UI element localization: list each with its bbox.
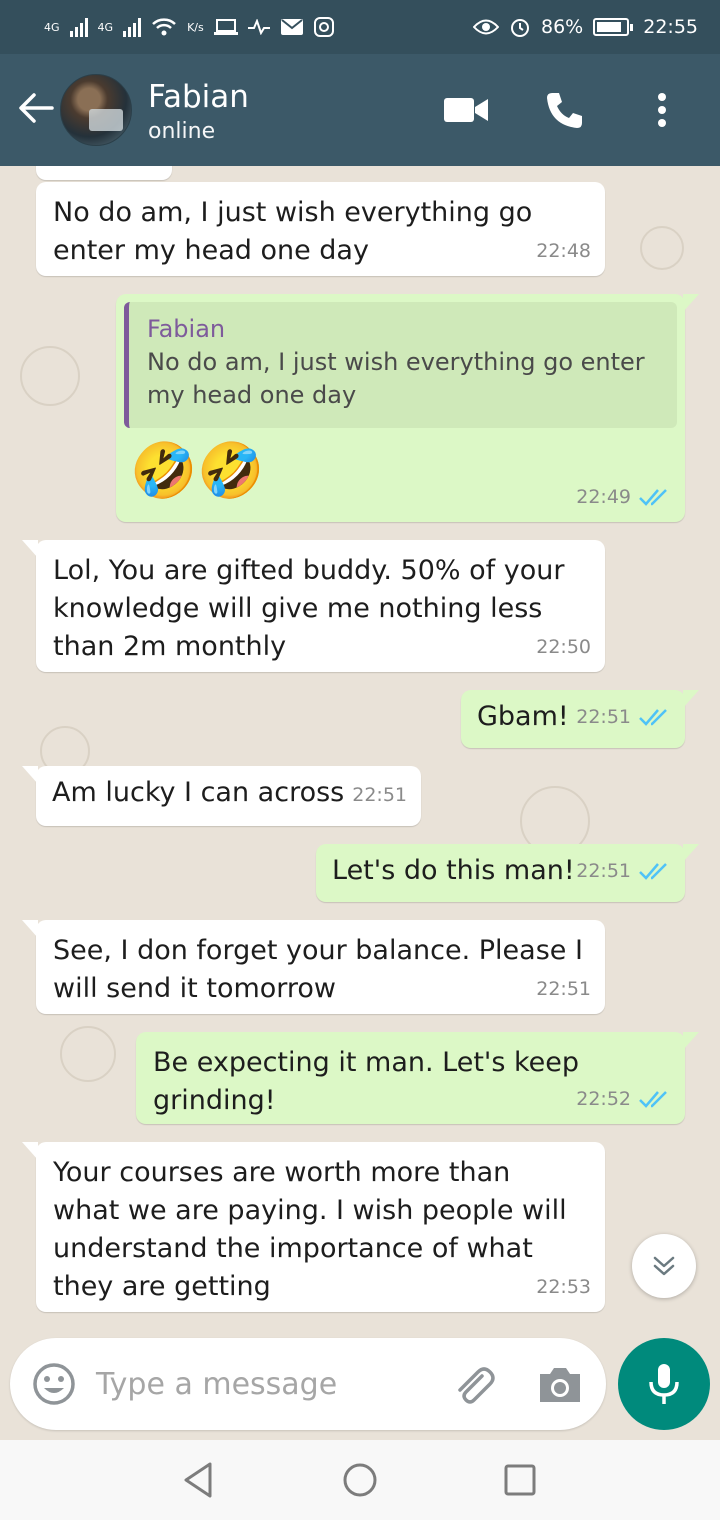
message-time: 22:52	[576, 1088, 631, 1110]
battery-icon	[593, 18, 634, 36]
message-time: 22:49	[576, 486, 631, 508]
nav-back-icon[interactable]	[180, 1460, 220, 1500]
network-type-2: 4G	[97, 20, 114, 34]
message-meta: 22:53	[536, 1268, 591, 1306]
quoted-sender: Fabian	[147, 315, 226, 343]
message-outgoing[interactable]: Be expecting it man. Let's keep grinding…	[136, 1032, 699, 1124]
wifi-icon	[152, 18, 176, 36]
message-incoming[interactable]: No do am, I just wish everything go ente…	[36, 182, 605, 276]
message-time: 22:48	[536, 240, 591, 262]
wallpaper-doodle	[640, 226, 684, 270]
wallpaper-doodle	[60, 1026, 116, 1082]
video-call-icon	[444, 98, 488, 122]
message-outgoing[interactable]: Gbam! 22:51	[461, 690, 699, 748]
message-meta: 22:51	[536, 970, 591, 1008]
microphone-icon	[649, 1364, 679, 1404]
contact-info[interactable]: Fabian online	[148, 77, 444, 144]
video-call-button[interactable]	[444, 88, 488, 132]
status-bar: 4G 4G K/s 86% 22:55	[0, 0, 720, 54]
nav-home-icon[interactable]	[340, 1460, 380, 1500]
message-time: 22:50	[536, 636, 591, 658]
instagram-icon	[313, 17, 334, 37]
message-outgoing[interactable]: Fabian No do am, I just wish everything …	[116, 294, 699, 522]
voice-call-button[interactable]	[542, 88, 586, 132]
read-receipt-icon	[639, 1091, 667, 1108]
message-time: 22:51	[536, 978, 591, 1000]
avatar[interactable]	[60, 74, 132, 146]
message-time: 22:51	[352, 784, 407, 806]
mail-icon	[280, 19, 303, 35]
battery-percent: 86%	[541, 16, 584, 38]
chevron-double-down-icon	[653, 1256, 675, 1276]
scroll-to-bottom-button[interactable]	[632, 1234, 696, 1298]
signal-icon-2	[123, 17, 142, 37]
message-meta: 22:51	[576, 698, 671, 736]
message-meta: 22:48	[536, 232, 591, 270]
battery-fill	[597, 22, 622, 32]
message-text: Your courses are worth more than what we…	[53, 1157, 567, 1302]
message-time: 22:53	[536, 1276, 591, 1298]
message-time: 22:51	[576, 860, 631, 882]
contact-status: online	[148, 118, 216, 144]
message-incoming[interactable]: Your courses are worth more than what we…	[22, 1142, 605, 1312]
quoted-message[interactable]: Fabian No do am, I just wish everything …	[124, 302, 677, 428]
message-incoming[interactable]: See, I don forget your balance. Please I…	[22, 920, 605, 1014]
read-receipt-icon	[639, 709, 667, 726]
status-right: 86% 22:55	[473, 16, 698, 38]
activity-icon	[247, 19, 270, 35]
message-meta: 22:52	[576, 1080, 671, 1118]
wallpaper-doodle	[20, 346, 80, 406]
contact-name: Fabian	[148, 78, 249, 115]
message-meta: 22:51	[352, 776, 407, 814]
status-time: 22:55	[643, 16, 698, 38]
read-receipt-icon	[639, 863, 667, 880]
phone-icon	[547, 93, 582, 128]
message-text: See, I don forget your balance. Please I…	[53, 935, 583, 1004]
quoted-text: No do am, I just wish everything go ente…	[147, 348, 645, 409]
eye-icon	[473, 19, 499, 35]
signal-icon	[69, 17, 88, 37]
nav-recents-icon[interactable]	[500, 1460, 540, 1500]
message-composer: Type a message	[10, 1338, 606, 1430]
laptop-icon	[213, 19, 238, 35]
header-actions	[444, 88, 684, 132]
arrow-left-icon	[19, 93, 54, 123]
message-incoming[interactable]: Am lucky I can across 22:51	[22, 766, 421, 826]
message-meta: 22:49	[576, 478, 671, 516]
read-receipt-icon	[639, 489, 667, 506]
message-input[interactable]: Type a message	[96, 1367, 452, 1402]
system-navigation-bar	[0, 1440, 720, 1520]
message-text: No do am, I just wish everything go ente…	[53, 197, 533, 266]
message-meta: 22:50	[536, 628, 591, 666]
more-options-button[interactable]	[640, 88, 684, 132]
back-button[interactable]	[12, 89, 60, 131]
speed-unit: K/s	[187, 20, 204, 34]
emoji-icon[interactable]	[32, 1362, 76, 1406]
message-bubble-partial[interactable]	[36, 166, 172, 180]
message-meta: 22:51	[576, 852, 671, 890]
network-type-1: 4G	[44, 20, 60, 34]
alarm-icon	[511, 19, 529, 37]
message-text: Lol, You are gifted buddy. 50% of your k…	[53, 555, 565, 662]
chat-header: Fabian online	[0, 54, 720, 166]
more-vert-icon	[658, 93, 666, 127]
chat-area[interactable]: No do am, I just wish everything go ente…	[0, 166, 720, 1338]
paperclip-icon[interactable]	[452, 1362, 496, 1406]
camera-icon[interactable]	[536, 1362, 584, 1406]
message-outgoing[interactable]: Let's do this man! 22:51	[316, 844, 699, 902]
message-incoming[interactable]: Lol, You are gifted buddy. 50% of your k…	[22, 540, 605, 672]
status-left: 4G 4G K/s	[44, 16, 334, 38]
voice-record-button[interactable]	[618, 1338, 710, 1430]
message-time: 22:51	[576, 706, 631, 728]
